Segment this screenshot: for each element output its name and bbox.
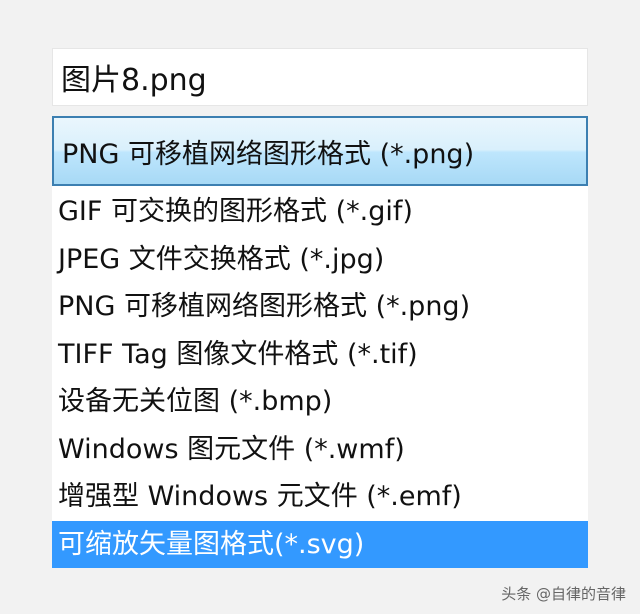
file-name-input[interactable]: 图片8.png	[52, 48, 588, 106]
option-gif[interactable]: GIF 可交换的图形格式 (*.gif)	[52, 188, 588, 236]
option-wmf[interactable]: Windows 图元文件 (*.wmf)	[52, 426, 588, 474]
option-tiff[interactable]: TIFF Tag 图像文件格式 (*.tif)	[52, 331, 588, 379]
option-png[interactable]: PNG 可移植网络图形格式 (*.png)	[52, 283, 588, 331]
option-jpeg[interactable]: JPEG 文件交换格式 (*.jpg)	[52, 236, 588, 284]
option-bmp[interactable]: 设备无关位图 (*.bmp)	[52, 378, 588, 426]
screenshot-stage: 图片8.png PNG 可移植网络图形格式 (*.png) GIF 可交换的图形…	[0, 0, 640, 614]
save-type-select[interactable]: PNG 可移植网络图形格式 (*.png)	[52, 116, 588, 186]
save-type-dropdown: PNG 可移植网络图形格式 (*.png) GIF 可交换的图形格式 (*.gi…	[52, 116, 588, 568]
option-emf[interactable]: 增强型 Windows 元文件 (*.emf)	[52, 473, 588, 521]
option-svg[interactable]: 可缩放矢量图格式(*.svg)	[52, 520, 588, 568]
watermark-text: 头条 @自律的音律	[501, 585, 626, 603]
save-type-option-list: GIF 可交换的图形格式 (*.gif) JPEG 文件交换格式 (*.jpg)…	[52, 188, 588, 568]
